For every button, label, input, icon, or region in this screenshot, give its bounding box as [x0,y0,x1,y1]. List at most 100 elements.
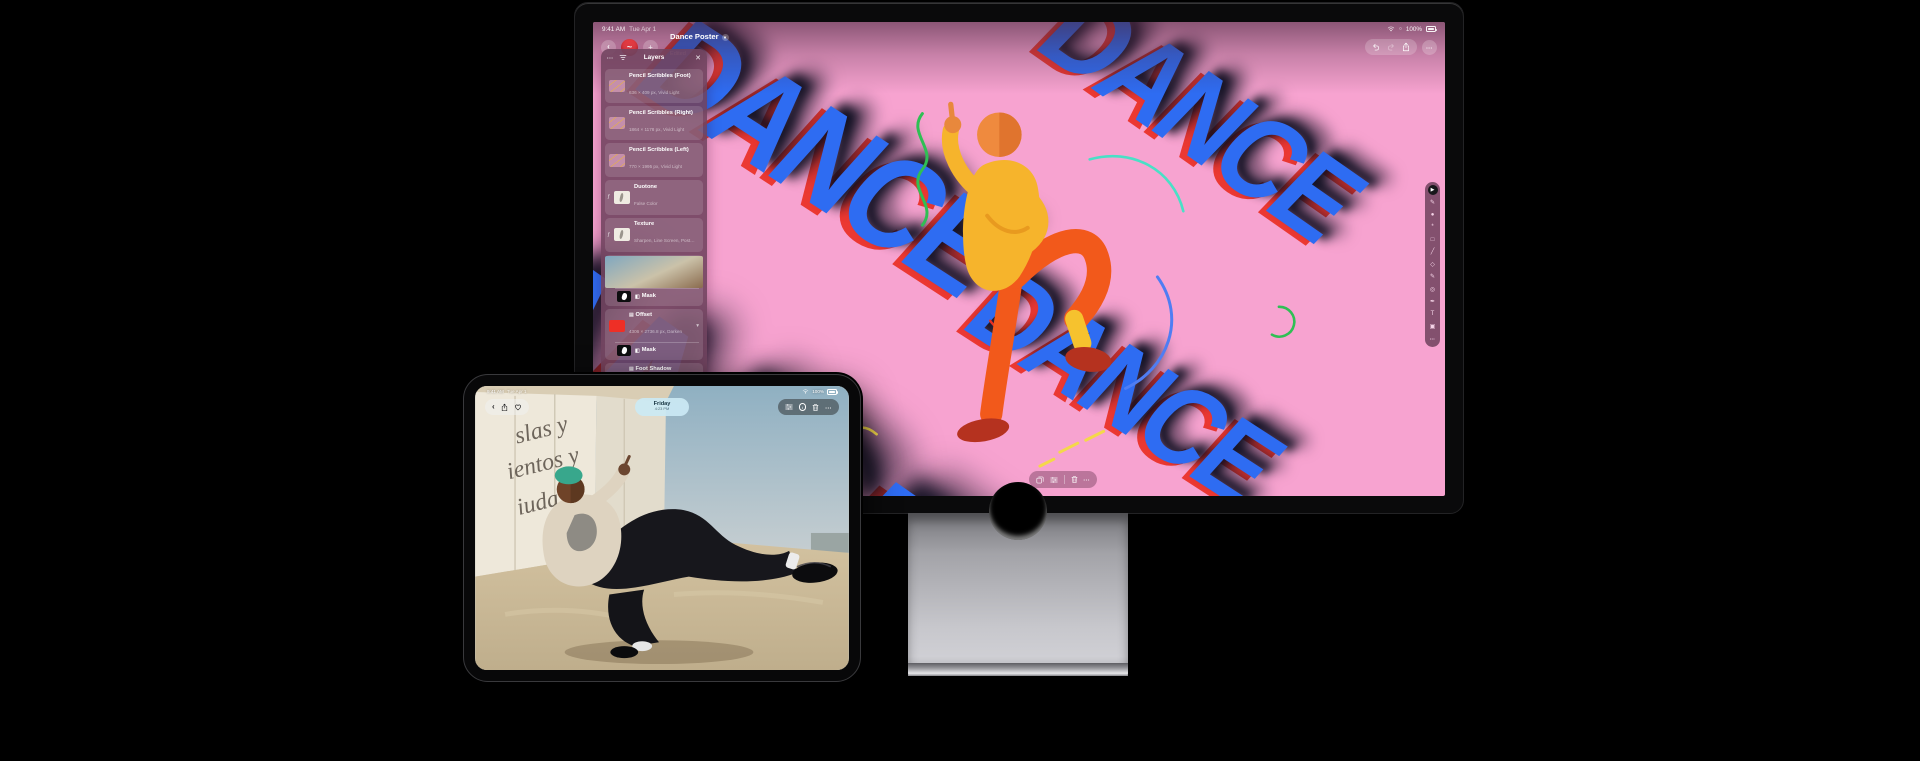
share-button[interactable] [1402,42,1410,52]
mask-row[interactable]: ◧Mask [605,343,703,359]
orientation-lock-icon: ○ [1399,26,1402,32]
layer-text: Pencil Scribbles (Foot)636 × 409 px, Viv… [629,73,691,100]
layer-title: Pencil Scribbles (Left) [629,147,689,154]
layer-meta: 4306 × 2736.8 px, Darken [629,329,682,334]
pencil-tool[interactable]: ✎ [1428,272,1438,282]
ipad-battery-icon [827,389,837,395]
panel-more-button[interactable]: ••• [607,55,614,60]
layers-panel-header: ••• Layers ✕ [601,49,707,66]
dancer-photo[interactable]: slas y ientos y iudas [475,386,849,670]
more-tools[interactable]: ••• [1428,334,1438,344]
photos-back-button[interactable]: ‹ [492,403,495,411]
layer-title: Foot Shadow [636,366,672,373]
title-chevron-icon[interactable]: ▾ [722,34,729,41]
text-tool[interactable]: T [1428,309,1438,319]
app-toolbar: ‹ ~ + Dance Poster ▾ Edited ••• [601,35,1437,59]
layer-card: Dancer2741 × 4108 px▾ ◧Mask [605,255,703,306]
layer-thumbnail [609,154,625,167]
more-button[interactable]: ••• [1422,40,1437,55]
layer-title: Mask [642,347,656,354]
group-icon: ▤ [629,313,634,319]
ipad: slas y ientos y iudas [463,374,861,682]
layer-card: ▤Offset4306 × 2736.8 px, Darken▾◧Mask [605,309,703,360]
layer-card: ƒ DuotoneFalse Color [605,180,703,214]
ipad-battery-percent: 100% [812,389,824,394]
photo-date-pill[interactable]: Friday 4:23 PM [635,398,689,416]
layer-row[interactable]: Pencil Scribbles (Left) 770 × 1995 px, Vi… [605,144,703,176]
layer-filter-button[interactable] [619,54,627,61]
layer-card: Pencil Scribbles (Right)1864 × 1178 px, … [605,106,703,140]
mask-icon: ◧ [635,348,640,354]
layer-thumbnail [617,345,631,356]
photo-adjust-button[interactable] [785,403,793,411]
layer-text: DuotoneFalse Color [634,184,658,211]
layer-row[interactable]: ƒ Texture Sharpen, Line Screen, Post… [605,219,703,251]
trash-button[interactable] [1071,475,1078,484]
select-tool[interactable]: □ [1428,235,1438,245]
layer-thumbnail [614,228,630,241]
layer-card: ƒ Texture Sharpen, Line Screen, Post… [605,218,703,252]
line-tool[interactable]: ╱ [1428,247,1438,257]
layer-meta: 770 × 1995 px, Vivid Light [629,164,682,169]
more-options-button[interactable]: ••• [1084,477,1091,482]
brush-tool[interactable]: ✎ [1428,197,1438,207]
wifi-icon [1387,26,1395,32]
layer-meta: Sharpen, Line Screen, Post… [634,238,695,243]
layers-panel: ••• Layers ✕ Pencil Scribbles (Foot)636 … [601,49,707,420]
document-title: Dance Poster [670,33,719,42]
photo-actions-pill: i ••• [778,399,839,415]
stage: DANCEDANCEDANCEDANCE [0,0,1920,761]
mask-icon: ◧ [635,294,640,300]
layer-title: Pencil Scribbles (Right) [629,110,693,117]
pen-tool[interactable]: ✒ [1428,297,1438,307]
move-tool[interactable]: ▶ [1428,185,1438,195]
undo-button[interactable] [1372,43,1380,51]
color-tool[interactable]: ◎ [1428,284,1438,294]
canvas-bottom-toolbar: ••• [1029,471,1097,488]
history-share-pill [1365,39,1417,55]
ipad-status-time: 9:41 AM [487,389,504,394]
fx-badge: ƒ [607,232,614,238]
dancer-illustration [841,74,1186,489]
display-stand [908,513,1128,676]
close-panel-button[interactable]: ✕ [695,54,701,62]
photo-info-button[interactable]: i [799,403,807,411]
layer-thumbnail [605,256,703,288]
layer-text: Pencil Scribbles (Left) 770 × 1995 px, Vi… [629,147,689,174]
favorite-heart-button[interactable] [514,403,522,411]
layer-row[interactable]: ƒ DuotoneFalse Color [605,181,703,213]
ipad-status-date: Tue Apr 1 [507,389,527,394]
duplicate-button[interactable] [1036,476,1044,484]
photo-trash-button[interactable] [812,403,819,412]
layer-row[interactable]: ▤Offset4306 × 2736.8 px, Darken▾ [605,310,703,342]
crop-tool[interactable]: ▣ [1428,321,1438,331]
layer-row[interactable]: Dancer2741 × 4108 px▾ [605,256,703,288]
mask-row[interactable]: ◧Mask [605,289,703,305]
layer-row[interactable]: Pencil Scribbles (Foot)636 × 409 px, Viv… [605,70,703,102]
ipad-screen: slas y ientos y iudas [475,386,849,670]
ipad-status-bar: 9:41 AM Tue Apr 1 100% [487,389,837,395]
fx-badge: ƒ [607,194,614,200]
layer-row[interactable]: Pencil Scribbles (Right)1864 × 1178 px, … [605,107,703,139]
photo-share-button[interactable] [501,403,508,412]
toolbar-divider [1064,475,1065,484]
layer-title: Duotone [634,184,657,191]
layer-text: Pencil Scribbles (Right)1864 × 1178 px, … [629,110,693,137]
status-time: 9:41 AM [602,26,625,33]
tools-palette: ▶ ✎ ● * □ ╱ ◇ ✎ ◎ ✒ T ▣ ••• [1425,182,1440,347]
layer-thumbnail [617,291,631,302]
layer-card: Pencil Scribbles (Foot)636 × 409 px, Viv… [605,69,703,103]
layer-text: Texture Sharpen, Line Screen, Post… [634,221,695,248]
eraser-tool[interactable]: ◇ [1428,259,1438,269]
redo-button[interactable] [1387,43,1395,51]
wand-tool[interactable]: * [1428,222,1438,232]
clone-tool[interactable]: ● [1428,210,1438,220]
layer-title: Texture [634,221,654,228]
layer-text: ◧Mask [635,293,656,300]
photo-more-button[interactable]: ••• [825,405,832,410]
layer-thumbnail [609,80,625,93]
more-icon: ••• [1426,45,1433,50]
adjustments-button[interactable] [1050,476,1058,484]
layers-list: Pencil Scribbles (Foot)636 × 409 px, Viv… [601,69,707,414]
chevron-down-icon[interactable]: ▾ [694,323,699,329]
